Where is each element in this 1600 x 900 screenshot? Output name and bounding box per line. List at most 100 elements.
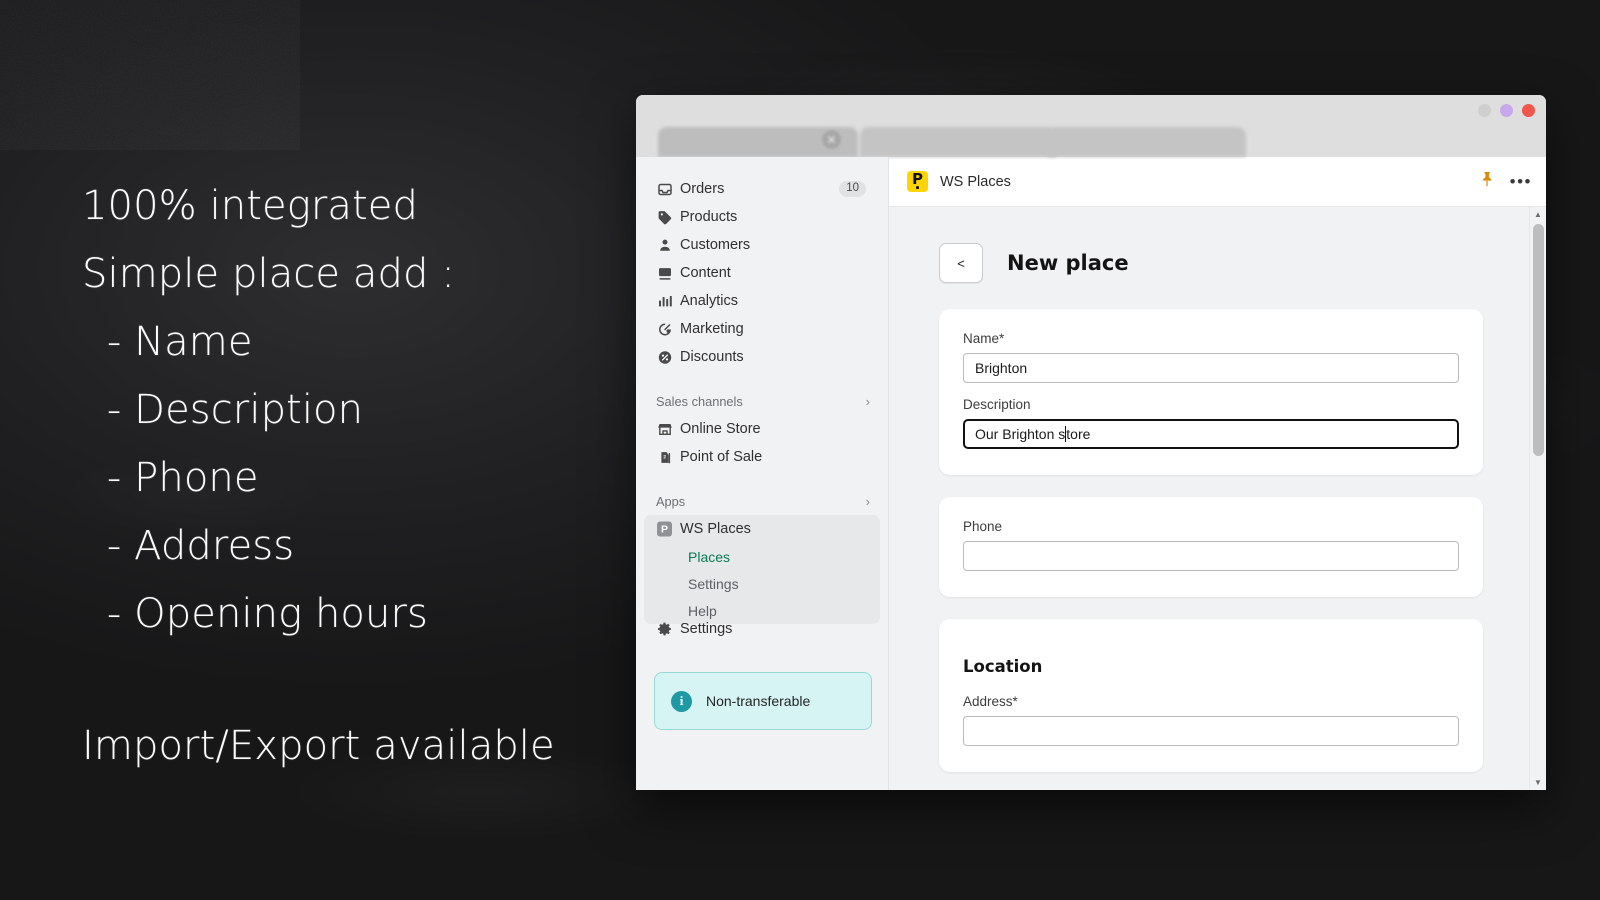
person-icon — [656, 237, 673, 254]
scroll-content: < New place Name* Brighton Description O… — [889, 207, 1529, 790]
description-input[interactable]: Our Brighton s tore — [963, 419, 1459, 449]
back-button[interactable]: < — [939, 243, 983, 283]
sales-channels-label: Sales channels — [656, 393, 743, 409]
sidebar-item-label: Point of Sale — [680, 449, 763, 465]
gear-icon — [656, 621, 673, 638]
chevron-right-icon: › — [865, 493, 870, 509]
content-area: < New place Name* Brighton Description O… — [889, 207, 1546, 790]
window-controls — [1478, 104, 1535, 117]
page-header: < New place — [939, 243, 1483, 283]
address-input[interactable] — [963, 716, 1459, 746]
browser-tab-3[interactable] — [1048, 127, 1246, 157]
browser-tab-2[interactable] — [860, 127, 1056, 157]
megaphone-icon — [656, 321, 673, 338]
screenshot-root: 100% integrated Simple place add : - Nam… — [0, 0, 1600, 900]
sidebar-item-ws-places[interactable]: P WS Places — [644, 515, 880, 543]
sidebar-item-label: Products — [680, 209, 738, 225]
chalk-line-0: 100% integrated — [82, 183, 418, 229]
phone-input[interactable] — [963, 541, 1459, 571]
vertical-scrollbar[interactable]: ▲ ▼ — [1529, 207, 1546, 790]
chalk-footer: Import/Export available — [82, 723, 555, 769]
sidebar-item-settings[interactable]: Settings — [644, 615, 880, 643]
apps-label: Apps — [656, 493, 686, 509]
sidebar-settings-wrap: Settings — [636, 615, 888, 643]
address-label: Address* — [963, 694, 1018, 709]
location-card: Location Address* — [939, 619, 1483, 772]
discount-icon — [656, 349, 673, 366]
sidebar-item-label: Settings — [680, 621, 733, 637]
ws-places-icon: P — [656, 521, 673, 538]
sidebar-item-analytics[interactable]: Analytics — [644, 287, 880, 315]
chalk-line-4: - Phone — [94, 455, 259, 501]
chalk-spacer — [82, 648, 642, 712]
scroll-down-arrow-icon[interactable]: ▼ — [1530, 775, 1546, 790]
location-heading: Location — [963, 657, 1043, 676]
sidebar-item-discounts[interactable]: Discounts — [644, 343, 880, 371]
sidebar-item-label: Marketing — [680, 321, 744, 337]
ws-places-app-icon: P — [907, 171, 928, 192]
sidebar-item-content[interactable]: Content — [644, 259, 880, 287]
description-label: Description — [963, 397, 1031, 412]
page-title: New place — [1007, 251, 1129, 275]
sidebar-item-label: Online Store — [680, 421, 761, 437]
inbox-icon — [656, 181, 673, 198]
scrollbar-thumb[interactable] — [1533, 224, 1544, 456]
phone-label: Phone — [963, 519, 1003, 534]
window-titlebar — [636, 95, 1546, 125]
scrollbar-track[interactable] — [1530, 222, 1546, 775]
sidebar-item-products[interactable]: Products — [644, 203, 880, 231]
non-transferable-banner: i Non-transferable — [654, 672, 872, 730]
sidebar-item-point-of-sale[interactable]: Point of Sale — [644, 443, 880, 471]
window-body: Orders 10 Products Customers Content Ana… — [636, 157, 1546, 790]
sidebar-item-label: Orders — [680, 181, 725, 197]
sidebar-subitem-settings[interactable]: Settings — [644, 570, 880, 597]
chalk-line-5: - Address — [94, 523, 295, 569]
window-minimize-button[interactable] — [1478, 104, 1491, 117]
sidebar-item-label: Content — [680, 265, 731, 281]
name-input-value: Brighton — [975, 360, 1028, 376]
browser-window: ✕ Orders 10 Products Customers Content A… — [636, 95, 1546, 790]
info-icon: i — [671, 690, 692, 712]
details-card: Name* Brighton Description Our Brighton … — [939, 309, 1483, 475]
window-close-button[interactable] — [1522, 104, 1535, 117]
banner-text: Non-transferable — [706, 693, 811, 709]
chalk-line-3: - Description — [94, 387, 364, 433]
description-input-value: Our Brighton s — [975, 426, 1066, 442]
sidebar-item-label: Discounts — [680, 349, 744, 365]
ws-places-icon-dot — [916, 186, 919, 189]
chalk-line-1: Simple place add : — [82, 251, 455, 297]
ws-places-icon-letter: P — [657, 521, 672, 537]
pin-icon[interactable] — [1480, 171, 1494, 192]
sidebar-item-customers[interactable]: Customers — [644, 231, 880, 259]
window-maximize-button[interactable] — [1500, 104, 1513, 117]
sidebar-item-label: Customers — [680, 237, 751, 253]
name-input[interactable]: Brighton — [963, 353, 1459, 383]
tag-icon — [656, 209, 673, 226]
app-header-title: WS Places — [940, 173, 1011, 190]
bar-chart-icon — [656, 293, 673, 310]
chalkboard-grain-texture — [0, 0, 300, 150]
sidebar-subitem-places[interactable]: Places — [644, 543, 880, 570]
description-input-value-tail: tore — [1066, 426, 1091, 442]
chalk-line-6: - Opening hours — [94, 591, 428, 637]
tab-close-icon[interactable]: ✕ — [822, 130, 841, 149]
apps-group: P WS Places Places Settings Help — [644, 515, 880, 624]
scroll-up-arrow-icon[interactable]: ▲ — [1530, 207, 1546, 222]
browser-tabstrip: ✕ — [636, 125, 1546, 157]
sidebar-item-online-store[interactable]: Online Store — [644, 415, 880, 443]
store-icon — [656, 421, 673, 438]
sidebar-item-label: WS Places — [680, 521, 751, 537]
phone-card: Phone — [939, 497, 1483, 597]
app-header: P WS Places ••• — [889, 157, 1546, 207]
sidebar-item-orders[interactable]: Orders 10 — [644, 175, 880, 203]
app-menu-icon[interactable]: ••• — [1510, 172, 1532, 192]
apps-header[interactable]: Apps › — [644, 489, 880, 513]
chevron-right-icon: › — [865, 393, 870, 409]
sidebar-item-marketing[interactable]: Marketing — [644, 315, 880, 343]
chalk-line-2: - Name — [94, 319, 253, 365]
sidebar-item-label: Analytics — [680, 293, 739, 309]
image-icon — [656, 265, 673, 282]
sidebar: Orders 10 Products Customers Content Ana… — [636, 157, 889, 790]
chalkboard-text: 100% integrated Simple place add : - Nam… — [82, 172, 642, 780]
sales-channels-header[interactable]: Sales channels › — [644, 389, 880, 413]
